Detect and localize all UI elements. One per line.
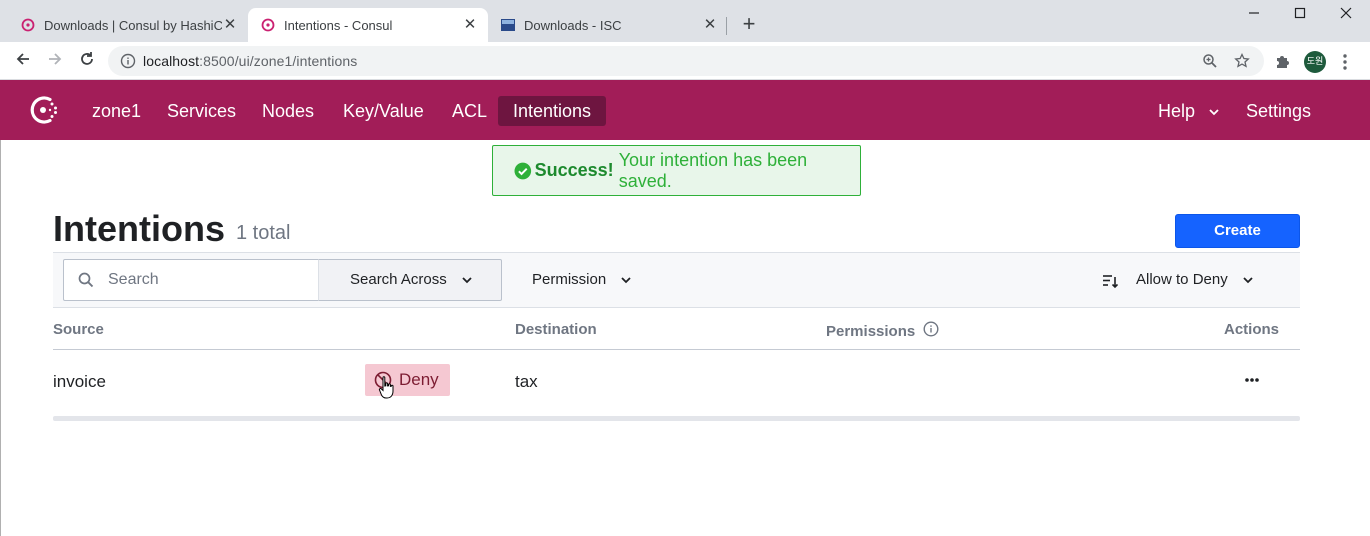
deny-label: Deny — [399, 370, 439, 389]
more-horizontal-icon[interactable] — [1244, 377, 1260, 383]
browser-tab-strip: Downloads | Consul by HashiCo ✕ Intentio… — [0, 0, 1370, 42]
maximize-button[interactable] — [1290, 6, 1310, 26]
permission-filter-label: Permission — [532, 271, 607, 288]
chevron-down-icon — [1209, 109, 1219, 116]
sort-dropdown[interactable]: Allow to Deny — [1136, 259, 1254, 301]
chevron-down-icon — [462, 277, 472, 284]
search-across-label: Search Across — [350, 271, 447, 288]
bookmark-star-icon[interactable] — [1234, 53, 1250, 69]
browser-tab[interactable]: Downloads - ISC ✕ — [488, 8, 728, 42]
isc-favicon-icon — [501, 19, 515, 31]
tab-title: Downloads | Consul by HashiCo — [44, 17, 222, 33]
column-header-actions: Actions — [1224, 321, 1280, 338]
browser-menu-icon[interactable] — [1340, 51, 1350, 73]
chevron-down-icon — [621, 277, 631, 284]
total-count: 1 total — [236, 222, 291, 244]
arrow-right-icon — [49, 53, 62, 65]
search-icon — [78, 272, 94, 288]
notification-title: Success! — [534, 160, 614, 180]
window-close-button[interactable] — [1336, 6, 1356, 26]
column-header-source: Source — [53, 321, 104, 338]
tab-close-icon[interactable]: ✕ — [702, 17, 718, 33]
row-destination[interactable]: tax — [515, 372, 538, 392]
chevron-down-icon — [1243, 277, 1253, 284]
tab-close-icon[interactable]: ✕ — [222, 17, 238, 33]
new-tab-button[interactable]: + — [738, 13, 760, 36]
nav-settings[interactable]: Settings — [1246, 96, 1311, 126]
address-bar[interactable]: localhost:8500/ui/zone1/intentions — [108, 46, 1264, 76]
column-header-permissions: Permissions — [826, 321, 939, 340]
search-field[interactable] — [63, 259, 319, 301]
browser-tab[interactable]: Downloads | Consul by HashiCo ✕ — [8, 8, 248, 42]
info-icon[interactable] — [120, 53, 136, 69]
permission-filter-dropdown[interactable]: Permission — [532, 259, 632, 301]
zoom-icon[interactable] — [1202, 53, 1218, 69]
consul-logo-icon[interactable] — [26, 92, 62, 128]
browser-tab-active[interactable]: Intentions - Consul ✕ — [248, 8, 488, 42]
nav-item-key-value[interactable]: Key/Value — [343, 96, 424, 126]
url-host: localhost — [143, 53, 200, 69]
page-title: Intentions — [53, 208, 225, 249]
url-path: :8500/ui/zone1/intentions — [199, 53, 358, 69]
reload-icon — [81, 52, 93, 65]
browser-toolbar: localhost:8500/ui/zone1/intentions 도원 — [0, 42, 1370, 80]
nav-item-acl[interactable]: ACL — [452, 96, 487, 126]
notification-message: Your intention has been saved. — [618, 149, 808, 191]
tab-close-icon[interactable]: ✕ — [462, 17, 478, 33]
minimize-icon — [1249, 12, 1259, 14]
url-text: localhost:8500/ui/zone1/intentions — [143, 53, 357, 69]
nav-item-nodes[interactable]: Nodes — [262, 96, 314, 126]
permissions-header-label: Permissions — [826, 323, 916, 340]
profile-avatar[interactable]: 도원 — [1304, 51, 1326, 73]
maximize-icon — [1294, 7, 1306, 19]
table-scroll-edge — [53, 416, 1300, 421]
nav-help-label: Help — [1158, 101, 1196, 121]
consul-favicon-icon — [261, 18, 275, 32]
nav-item-services[interactable]: Services — [167, 96, 236, 126]
filter-bar: Search Across Permission Allow to Deny — [53, 252, 1300, 308]
success-notification: Success! Your intention has been saved. — [492, 145, 861, 196]
create-button[interactable]: Create — [1175, 214, 1300, 248]
sort-icon — [1103, 275, 1118, 289]
search-across-dropdown[interactable]: Search Across — [318, 259, 502, 301]
extensions-puzzle-icon[interactable] — [1274, 53, 1292, 71]
hand-cursor-icon — [378, 376, 394, 399]
forward-button[interactable] — [44, 50, 66, 72]
tab-title: Intentions - Consul — [284, 17, 393, 33]
sort-label: Allow to Deny — [1136, 271, 1228, 288]
window-edge — [0, 140, 1, 536]
back-button[interactable] — [12, 50, 34, 72]
search-input[interactable] — [108, 260, 308, 300]
arrow-left-icon — [16, 53, 29, 65]
info-circle-icon[interactable] — [923, 321, 939, 337]
check-circle-icon — [514, 162, 532, 179]
nav-datacenter[interactable]: zone1 — [92, 96, 141, 126]
consul-favicon-icon — [21, 18, 35, 32]
nav-help-menu[interactable]: Help — [1158, 96, 1220, 126]
window-close-icon — [1340, 7, 1352, 19]
tab-title: Downloads - ISC — [524, 17, 622, 33]
tab-separator — [726, 17, 727, 35]
reload-button[interactable] — [76, 50, 98, 72]
nav-item-intentions[interactable]: Intentions — [498, 96, 607, 126]
column-header-destination: Destination — [515, 321, 597, 338]
minimize-button[interactable] — [1244, 6, 1264, 26]
app-header: zone1 Services Nodes Key/Value ACL Inten… — [0, 80, 1370, 140]
table-header-divider — [53, 349, 1300, 350]
row-source[interactable]: invoice — [53, 372, 106, 392]
